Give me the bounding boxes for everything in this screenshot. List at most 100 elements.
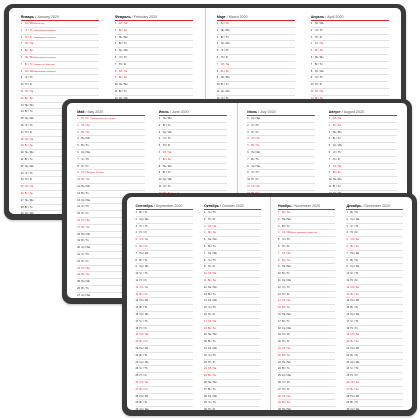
day-row[interactable]: 10Вт / Tu (278, 271, 336, 278)
day-row[interactable]: 3 Сб / Sa (203, 224, 261, 231)
day-row[interactable]: 2 Чт / ThНовогодние каникулы (20, 28, 100, 35)
day-row[interactable]: 6 Пн / Mo (247, 150, 316, 157)
day-row[interactable]: 9 Вс / Su (328, 170, 397, 178)
day-row[interactable]: 22Вт / Tu (135, 353, 193, 360)
day-row[interactable]: 9 Чт / Th (310, 75, 390, 83)
day-row[interactable]: 5 Чт / Th (216, 48, 296, 55)
day-row[interactable]: 10Чт / Th (346, 271, 404, 278)
day-row[interactable]: 7 Ср / We (203, 251, 261, 258)
day-row[interactable]: 30Пн / Mo (278, 407, 335, 410)
day-row[interactable]: 2 Вс / Su (114, 28, 194, 35)
day-row[interactable]: 1 Вт / Tu (346, 210, 404, 217)
day-row[interactable]: 13Вт / Tu (203, 292, 261, 299)
day-row[interactable]: 2 Пн / Mo (216, 28, 296, 35)
day-row[interactable]: 15Чт / Th (203, 305, 261, 312)
day-row[interactable]: 12Сб / Sa (135, 285, 193, 292)
day-row[interactable]: 25Пт / Fr (346, 373, 404, 380)
day-row[interactable]: 10Пн / Mo (328, 177, 397, 184)
day-row[interactable]: 9 Ср / We (346, 264, 404, 272)
day-row[interactable]: 2 Вс / Su (328, 123, 397, 130)
day-row[interactable]: 20Вс / Su (135, 339, 193, 346)
day-row[interactable]: 11Пн / Mo (77, 184, 146, 191)
day-row[interactable]: 29Вт / Tu (135, 400, 193, 408)
day-row[interactable]: 16Пн / Mo (278, 312, 336, 319)
day-row[interactable]: 27Пт / Fr (278, 387, 336, 394)
day-row[interactable]: 8 Сб / Sa (114, 69, 194, 76)
day-row[interactable]: 19Пн / Mo (203, 332, 261, 340)
day-row[interactable]: 4 Ср / We (216, 41, 296, 49)
day-row[interactable]: 9 Вс / Su (114, 75, 194, 83)
day-row[interactable]: 24Чт / Th (346, 366, 404, 374)
day-row[interactable]: 9 Сб / SaДень Победы (77, 170, 146, 178)
day-row[interactable]: 5 Ср / We (114, 48, 194, 55)
day-row[interactable]: 10Ср / We (158, 177, 227, 184)
day-row[interactable]: 8 Вс / Su (216, 69, 296, 76)
day-row[interactable]: 11Ср / We (216, 89, 296, 96)
day-row[interactable]: 25Вс / Su (203, 373, 261, 380)
day-row[interactable]: 11Ср / We (278, 278, 336, 285)
day-row[interactable]: 7 Вт / TuРождество Христово (20, 62, 100, 69)
day-row[interactable]: 12Сб / Sa (346, 285, 404, 292)
day-row[interactable]: 4 Ср / WeДень народного единства (278, 230, 336, 238)
day-row[interactable]: 7 Пн / Mo (135, 251, 193, 258)
day-row[interactable]: 20Пт / Fr (278, 339, 336, 346)
day-row[interactable]: 6 Чт / Th (114, 55, 194, 62)
day-row[interactable]: 15Вт / Tu (346, 305, 404, 312)
day-row[interactable]: 7 Пт / Fr (114, 62, 194, 69)
day-row[interactable]: 16Ср / We (135, 312, 193, 319)
day-row[interactable]: 2 Чт / Th (310, 28, 390, 35)
day-row[interactable]: 24Чт / Th (135, 366, 193, 374)
day-row[interactable]: 21Сб / Sa (278, 346, 336, 353)
day-row[interactable]: 26Сб / Sa (135, 380, 193, 387)
day-row[interactable]: 8 Ср / We (310, 69, 390, 76)
day-row[interactable]: 1 Ср / We (310, 21, 390, 28)
day-row[interactable]: 4 Вт / Tu (114, 41, 194, 49)
day-row[interactable]: 8 Вт / Tu (135, 258, 193, 265)
day-row[interactable]: 22Вт / Tu (346, 353, 404, 360)
day-row[interactable]: 28Пн / Mo (346, 394, 404, 401)
day-row[interactable]: 4 Сб / Sa (20, 41, 100, 49)
day-row[interactable]: 15Вт / Tu (135, 305, 193, 312)
day-row[interactable]: 14Ср / We (203, 298, 261, 306)
day-row[interactable]: 1 Пт / Fr Праздник Весны и Труда (77, 116, 146, 123)
day-row[interactable]: 5 Вс / Su (310, 48, 390, 55)
day-row[interactable]: 30Ср / We (136, 407, 193, 410)
day-row[interactable]: 4 Вс / Su (203, 230, 261, 238)
day-row[interactable]: 1 Ср / WeНовый год (20, 21, 100, 28)
day-row[interactable]: 14Пн / Mo (135, 298, 193, 306)
day-row[interactable]: 21Ср / We (203, 346, 261, 353)
day-row[interactable]: 19Сб / Sa (135, 332, 193, 340)
day-row[interactable]: 3 Пн / Mo (114, 35, 194, 42)
day-row[interactable]: 5 Пн / Mo (203, 237, 261, 244)
day-row[interactable]: 17Вт / Tu (278, 319, 336, 326)
day-row[interactable]: 13Пт / Fr (278, 292, 336, 299)
day-row[interactable]: 19Сб / Sa (346, 332, 404, 340)
day-row[interactable]: 2 Чт / Th (247, 123, 316, 130)
day-row[interactable]: 2 Ср / We (346, 217, 404, 224)
day-row[interactable]: 7 Пт / Fr (328, 157, 397, 164)
day-row[interactable]: 9 Пн / Mo (216, 75, 296, 83)
day-row[interactable]: 7 Вс / Su (158, 157, 227, 164)
day-row[interactable]: 7 Сб / Sa (278, 251, 336, 258)
day-row[interactable]: 3 Пт / Fr (247, 130, 316, 137)
day-row[interactable]: 6 Чт / Th (328, 150, 397, 157)
day-row[interactable]: 5 Вт / Tu (77, 143, 146, 150)
day-row[interactable]: 1 Вс / Su (216, 21, 296, 28)
day-row[interactable]: 11Чт / Th (158, 184, 227, 191)
day-row[interactable]: 5 Чт / Th (278, 237, 336, 244)
day-row[interactable]: 9 Пт / Fr (203, 264, 261, 272)
day-row[interactable]: 7 Вт / Tu (310, 62, 390, 69)
day-row[interactable]: 6 Пн / MoНовогодние каникулы (20, 55, 100, 62)
day-row[interactable]: 9 Чт / Th (247, 170, 316, 178)
day-row[interactable]: 8 Вт / Tu (346, 258, 404, 265)
day-row[interactable]: 7 Вт / Tu (247, 157, 316, 164)
day-row[interactable]: 24Вт / Tu (278, 366, 336, 374)
day-row[interactable]: 20Вт / Tu (203, 339, 261, 346)
day-row[interactable]: 20Вс / Su (346, 339, 404, 346)
day-row[interactable]: 23Пт / Fr (203, 360, 261, 367)
day-row[interactable]: 1 Вс / Su (278, 210, 336, 217)
day-row[interactable]: 6 Пт / Fr (278, 244, 336, 251)
day-row[interactable]: 22Чт / Th (203, 353, 261, 360)
day-row[interactable]: 3 Пт / Fr Новогодние каникулы (20, 35, 100, 42)
day-row[interactable]: 2 Ср / We (135, 217, 193, 224)
